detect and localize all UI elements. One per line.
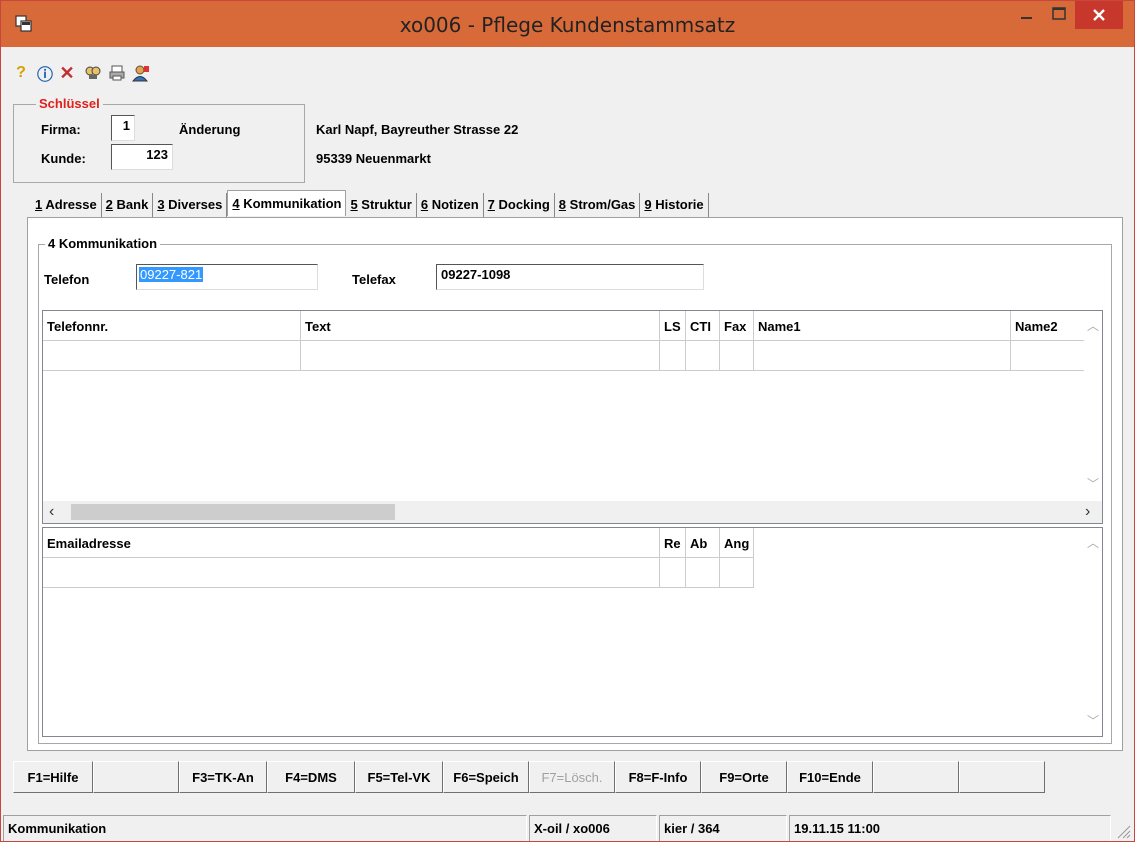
tab-struktur[interactable]: 5 Struktur bbox=[346, 193, 417, 217]
info-icon[interactable]: ⓘ bbox=[35, 63, 55, 84]
tab-adresse[interactable]: 1 Adresse bbox=[31, 193, 102, 217]
status-datetime: 19.11.15 11:00 bbox=[789, 815, 1111, 841]
col-emailadresse[interactable]: Emailadresse bbox=[43, 528, 660, 558]
table-cell[interactable] bbox=[686, 341, 720, 371]
minimize-button[interactable] bbox=[1011, 1, 1043, 29]
scroll-right-icon[interactable]: › bbox=[1085, 503, 1090, 521]
customer-address-line1: Karl Napf, Bayreuther Strasse 22 bbox=[316, 122, 519, 137]
col-name1[interactable]: Name1 bbox=[754, 311, 1011, 341]
resize-grip-icon[interactable] bbox=[1115, 823, 1131, 839]
email-table: Emailadresse Re Ab Ang ︿ ﹀ bbox=[42, 527, 1103, 737]
f3-tk-an-button[interactable]: F3=TK-An bbox=[179, 761, 267, 793]
firma-label: Firma: bbox=[41, 122, 81, 137]
close-button[interactable] bbox=[1075, 1, 1123, 29]
col-name2[interactable]: Name2 bbox=[1011, 311, 1085, 341]
tab-docking[interactable]: 7 Docking bbox=[484, 193, 555, 217]
tab-notizen[interactable]: 6 Notizen bbox=[417, 193, 484, 217]
scroll-up-icon[interactable]: ︿ bbox=[1084, 534, 1102, 551]
table-cell[interactable] bbox=[1011, 341, 1085, 371]
close-icon bbox=[1093, 9, 1105, 21]
telefon-value: 09227-821 bbox=[139, 267, 204, 282]
minimize-icon bbox=[1021, 17, 1032, 19]
table-cell[interactable] bbox=[754, 341, 1011, 371]
f1-help-button[interactable]: F1=Hilfe bbox=[13, 761, 93, 793]
status-user: kier / 364 bbox=[659, 815, 787, 841]
email-table-header: Emailadresse Re Ab Ang bbox=[43, 528, 754, 558]
table-cell[interactable] bbox=[301, 341, 660, 371]
f2-empty-button[interactable] bbox=[93, 761, 179, 793]
col-ab[interactable]: Ab bbox=[686, 528, 720, 558]
phone-table-hscroll[interactable]: ‹ › bbox=[43, 501, 1102, 523]
mode-label: Änderung bbox=[179, 122, 241, 137]
scroll-up-icon[interactable]: ︿ bbox=[1084, 317, 1102, 334]
window-title: xo006 - Pflege Kundenstammsatz bbox=[399, 13, 736, 37]
email-table-vscroll[interactable]: ︿ ﹀ bbox=[1084, 528, 1102, 736]
phone-table-vscroll[interactable]: ︿ ﹀ bbox=[1084, 311, 1102, 501]
print-icon[interactable] bbox=[107, 63, 127, 83]
kommunikation-group-title: 4 Kommunikation bbox=[45, 236, 161, 251]
table-cell[interactable] bbox=[43, 341, 301, 371]
scroll-down-icon[interactable]: ﹀ bbox=[1084, 475, 1102, 492]
tab-kommunikation[interactable]: 4 Kommunikation bbox=[227, 190, 347, 216]
hscroll-thumb[interactable] bbox=[71, 504, 395, 520]
f7-delete-button[interactable]: F7=Lösch. bbox=[529, 761, 615, 793]
kunde-field[interactable]: 123 bbox=[111, 144, 173, 170]
kommunikation-panel: 4 Kommunikation Telefon 09227-821 Telefa… bbox=[27, 217, 1123, 751]
user-icon[interactable] bbox=[131, 63, 151, 83]
f6-save-button[interactable]: F6=Speich bbox=[443, 761, 529, 793]
f11-empty-button[interactable] bbox=[873, 761, 959, 793]
delete-icon[interactable]: ✕ bbox=[57, 63, 77, 83]
col-telefonnr[interactable]: Telefonnr. bbox=[43, 311, 301, 341]
f10-exit-button[interactable]: F10=Ende bbox=[787, 761, 873, 793]
title-bar[interactable]: xo006 - Pflege Kundenstammsatz bbox=[1, 1, 1134, 47]
key-group-title: Schlüssel bbox=[36, 96, 103, 111]
maximize-icon bbox=[1052, 7, 1066, 20]
tab-strom-gas[interactable]: 8 Strom/Gas bbox=[555, 193, 641, 217]
status-section: Kommunikation bbox=[3, 815, 527, 841]
application-window: xo006 - Pflege Kundenstammsatz ? ⓘ ✕ Sch… bbox=[0, 0, 1135, 842]
scroll-left-icon[interactable]: ‹ bbox=[49, 503, 54, 521]
col-cti[interactable]: CTI bbox=[686, 311, 720, 341]
firma-field[interactable]: 1 bbox=[111, 115, 135, 141]
table-cell[interactable] bbox=[686, 558, 720, 588]
table-cell[interactable] bbox=[660, 341, 686, 371]
telefon-field[interactable]: 09227-821 bbox=[136, 264, 318, 290]
col-ls[interactable]: LS bbox=[660, 311, 686, 341]
f9-orte-button[interactable]: F9=Orte bbox=[701, 761, 787, 793]
scroll-down-icon[interactable]: ﹀ bbox=[1084, 712, 1102, 729]
tab-bank[interactable]: 2 Bank bbox=[102, 193, 154, 217]
tab-strip: 1 Adresse 2 Bank 3 Diverses 4 Kommunikat… bbox=[31, 190, 709, 217]
phone-table-header: Telefonnr. Text LS CTI Fax Name1 Name2 bbox=[43, 311, 1085, 341]
f12-empty-button[interactable] bbox=[959, 761, 1045, 793]
col-text[interactable]: Text bbox=[301, 311, 660, 341]
col-re[interactable]: Re bbox=[660, 528, 686, 558]
phone-table: Telefonnr. Text LS CTI Fax Name1 Name2 ︿… bbox=[42, 310, 1103, 524]
customer-address-line2: 95339 Neuenmarkt bbox=[316, 151, 431, 166]
col-ang[interactable]: Ang bbox=[720, 528, 754, 558]
tab-diverses[interactable]: 3 Diverses bbox=[153, 193, 228, 217]
f8-f-info-button[interactable]: F8=F-Info bbox=[615, 761, 701, 793]
help-icon[interactable]: ? bbox=[11, 63, 31, 83]
telefax-label: Telefax bbox=[352, 272, 396, 287]
col-fax[interactable]: Fax bbox=[720, 311, 754, 341]
table-cell[interactable] bbox=[660, 558, 686, 588]
telefax-field[interactable]: 09227-1098 bbox=[436, 264, 704, 290]
kunde-label: Kunde: bbox=[41, 151, 86, 166]
table-cell[interactable] bbox=[720, 558, 754, 588]
table-cell[interactable] bbox=[43, 558, 660, 588]
table-cell[interactable] bbox=[720, 341, 754, 371]
tab-historie[interactable]: 9 Historie bbox=[640, 193, 709, 217]
search-icon[interactable] bbox=[83, 63, 103, 83]
status-app: X-oil / xo006 bbox=[529, 815, 657, 841]
f5-tel-vk-button[interactable]: F5=Tel-VK bbox=[355, 761, 443, 793]
status-bar: Kommunikation X-oil / xo006 kier / 364 1… bbox=[3, 815, 1133, 841]
telefon-label: Telefon bbox=[44, 272, 90, 287]
f4-dms-button[interactable]: F4=DMS bbox=[267, 761, 355, 793]
maximize-button[interactable] bbox=[1043, 1, 1075, 29]
